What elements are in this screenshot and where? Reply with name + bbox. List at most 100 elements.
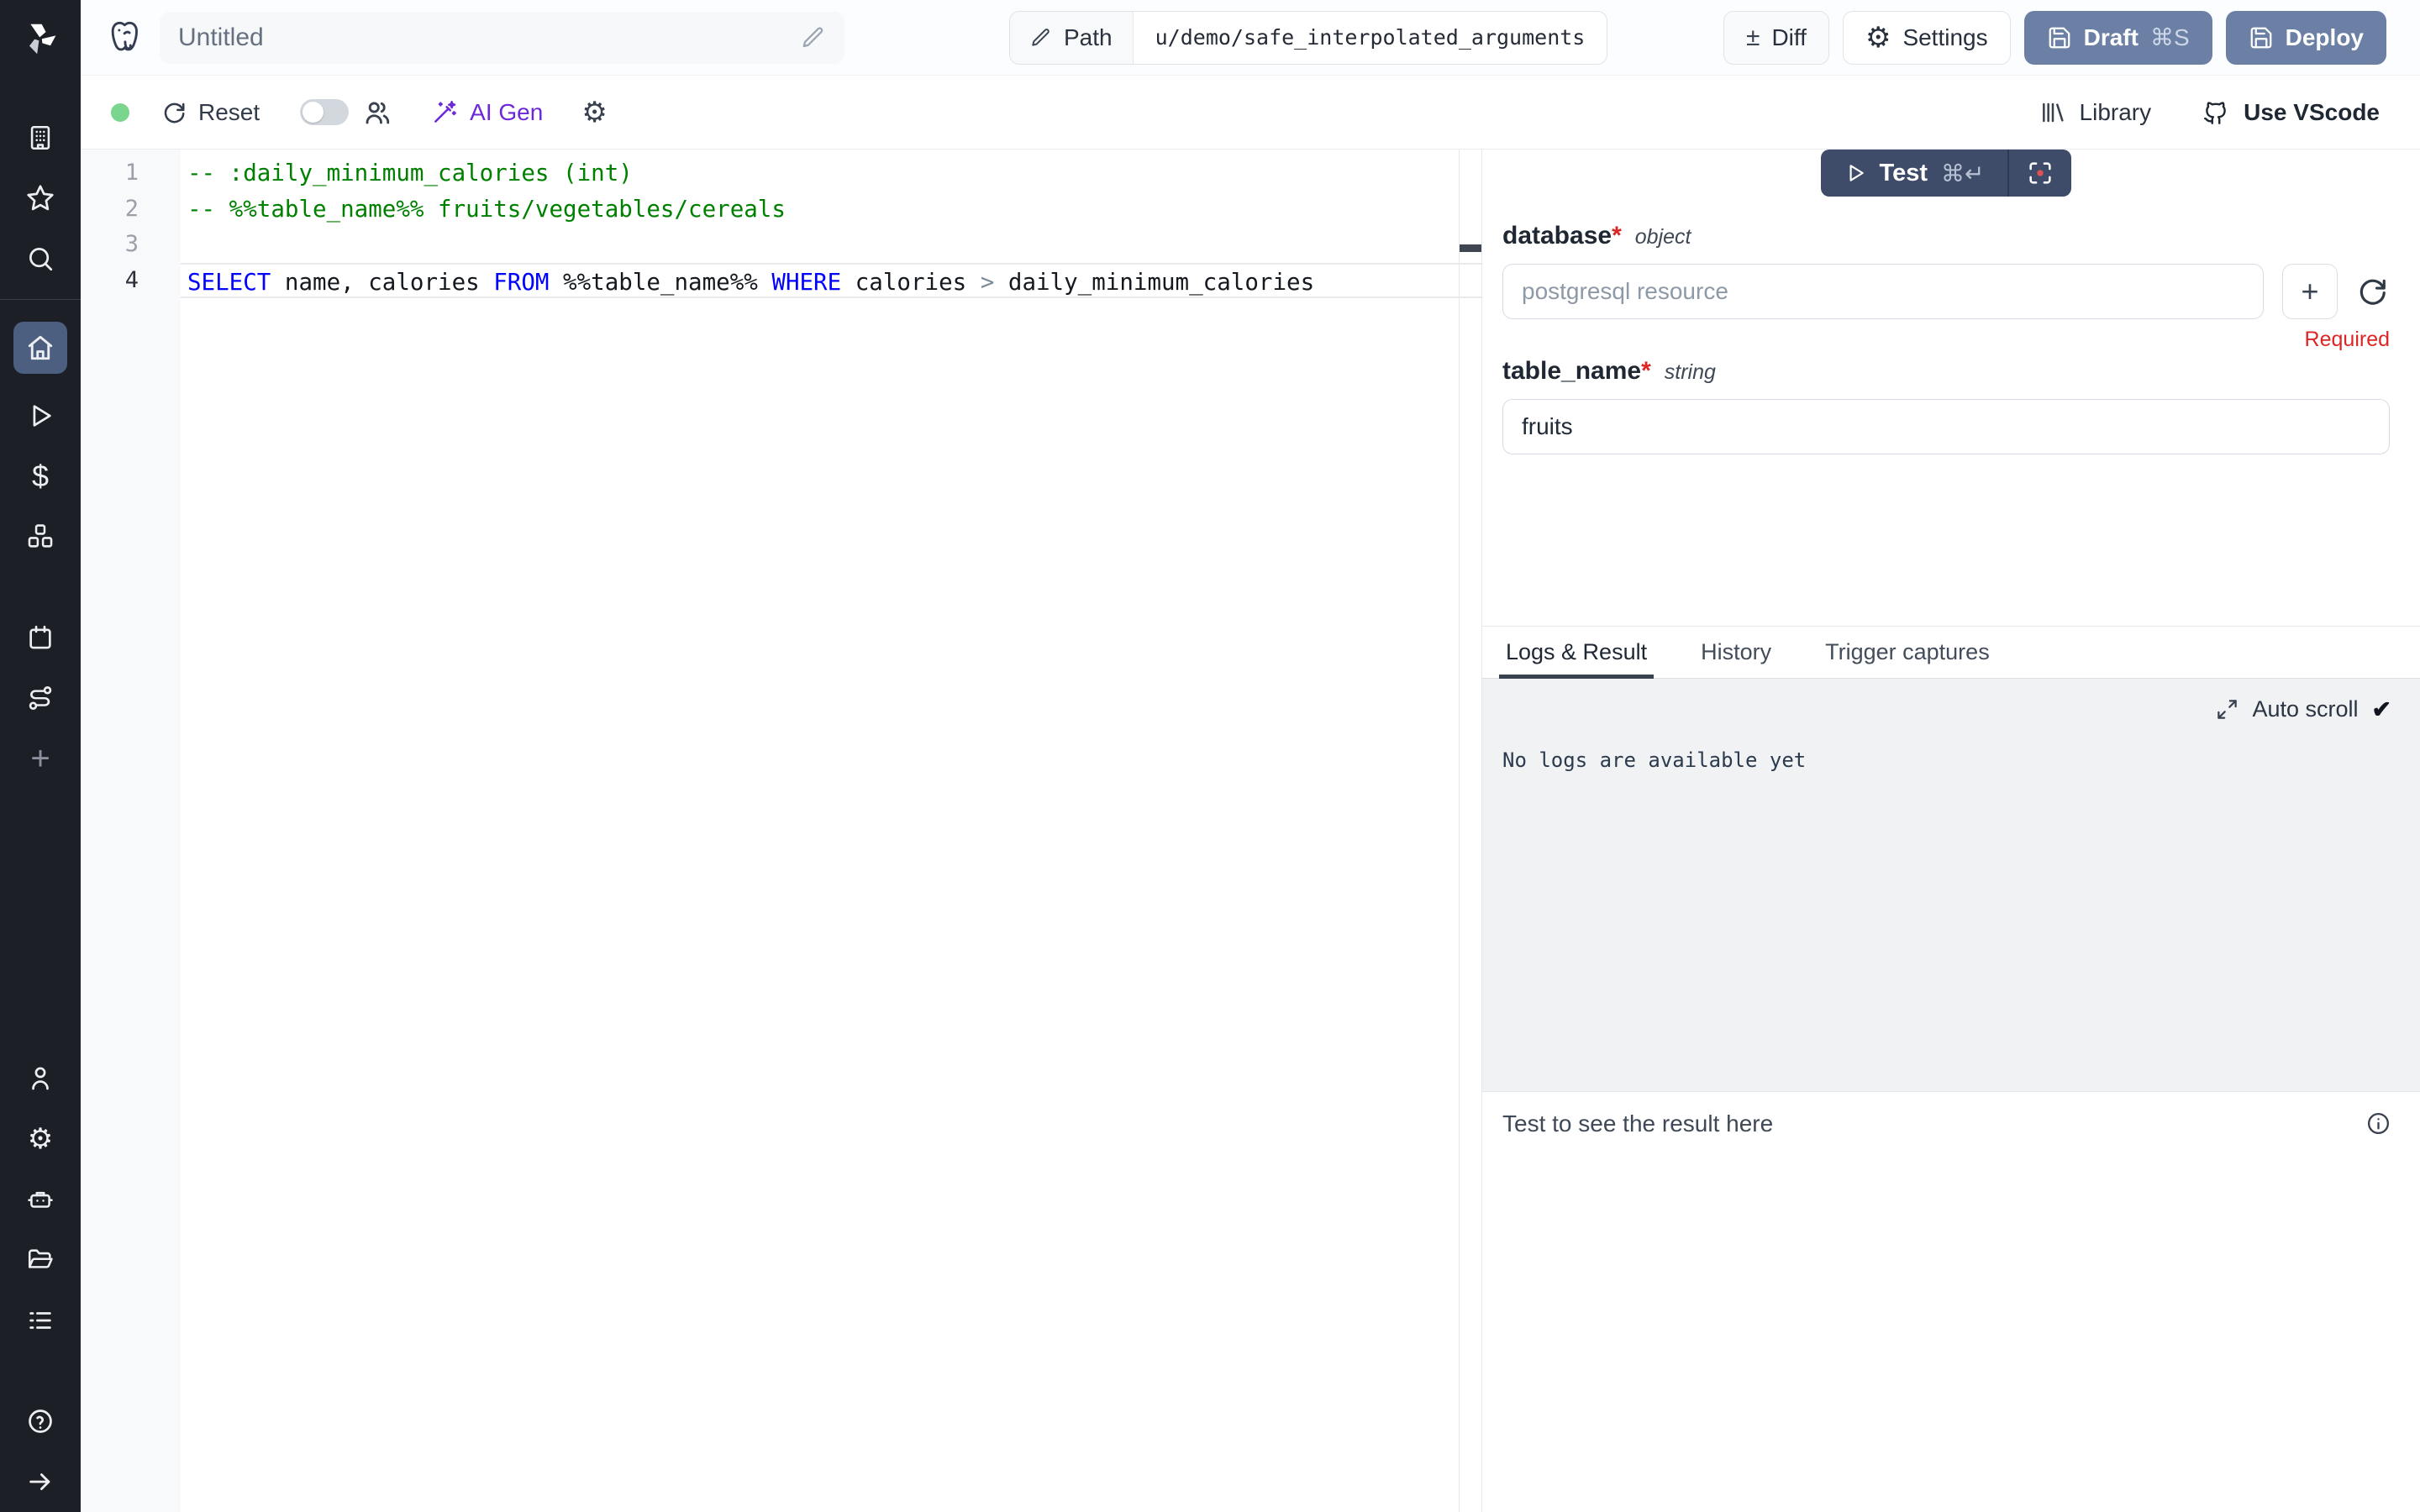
capture-button[interactable] [2009,150,2071,197]
main-area: Untitled Path u/demo/safe_interpolated_a… [81,0,2420,1512]
path-button[interactable]: Path u/demo/safe_interpolated_arguments [1009,11,1607,65]
code-editor[interactable]: 1234 -- :daily_minimum_calories (int)-- … [81,150,1481,1512]
result-hint: Test to see the result here [1502,1110,2365,1137]
list-icon [26,1306,55,1335]
test-section: Test ⌘↵ database* object [1482,150,2420,626]
path-label: Path [1064,24,1113,51]
collaboration-toggle[interactable] [300,99,349,125]
line-number: 2 [81,192,181,228]
refresh-resources-button[interactable] [2356,276,2390,307]
reset-label: Reset [198,99,260,126]
play-icon [26,402,55,430]
collaboration-control[interactable] [300,97,392,128]
editor-settings-gear-icon[interactable]: ⚙ [581,98,607,127]
gear-icon: ⚙ [28,1125,53,1153]
param-table-name-label: table_name* [1502,357,1651,386]
add-resource-button[interactable]: + [2282,264,2338,319]
test-button[interactable]: Test ⌘↵ [1821,150,2072,197]
test-label: Test [1880,160,1928,187]
draft-label: Draft [2084,24,2139,51]
table-name-input[interactable] [1502,399,2390,454]
param-table-name-type: string [1665,360,1716,385]
settings-gear-icon: ⚙ [1865,24,1891,52]
edit-pencil-icon[interactable] [801,25,826,50]
save-floppy-icon [2047,25,2072,50]
code-line[interactable]: SELECT name, calories FROM %%table_name%… [181,263,1481,299]
sidebar-collapse-button[interactable] [13,1463,67,1500]
sidebar-item-settings[interactable]: ⚙ [13,1121,67,1158]
github-icon [2202,98,2230,127]
ai-gen-button[interactable]: AI Gen [431,99,543,126]
sidebar-item-flows[interactable] [13,680,67,717]
tab-logs-result[interactable]: Logs & Result [1502,627,1650,678]
route-icon [26,684,55,712]
diff-button[interactable]: ± Diff [1723,11,1829,65]
sidebar-item-folders[interactable] [13,1242,67,1278]
calendar-icon [26,623,55,652]
library-label: Library [2080,99,2152,126]
use-vscode-button[interactable]: Use VScode [2202,98,2380,127]
sidebar-item-favorites[interactable] [13,180,67,217]
sidebar-item-workers[interactable] [13,1181,67,1218]
deploy-button[interactable]: Deploy [2226,11,2386,65]
sidebar-item-variables[interactable]: $ [13,458,67,495]
draft-button[interactable]: Draft ⌘S [2024,11,2212,65]
param-database: database* object + Required [1502,222,2390,352]
param-table-name: table_name* string [1502,357,2390,454]
test-button-main[interactable]: Test ⌘↵ [1821,150,2008,197]
tab-history[interactable]: History [1697,627,1775,678]
sidebar-item-help[interactable] [13,1403,67,1440]
sidebar-item-audit-logs[interactable] [13,1302,67,1339]
collaboration-users-icon [362,97,392,128]
search-icon [26,244,55,273]
plus-icon: + [2301,274,2318,309]
reset-refresh-icon [161,100,187,125]
use-vscode-label: Use VScode [2244,99,2380,126]
settings-button[interactable]: ⚙ Settings [1843,11,2011,65]
windmill-logo-icon[interactable] [20,18,60,59]
editor-toolbar: Reset AI Gen ⚙ Library Use VScode [81,76,2420,150]
diff-label: Diff [1771,24,1807,51]
play-icon [1844,162,1866,184]
expand-icon[interactable] [2216,698,2238,721]
sidebar-item-workspace[interactable] [13,119,67,156]
capture-icon [2026,159,2054,187]
code-line[interactable] [181,227,1481,263]
reset-button[interactable]: Reset [161,99,260,126]
param-database-type: object [1635,225,1691,249]
code-line[interactable]: -- :daily_minimum_calories (int) [181,155,1481,192]
autoscroll-check-icon[interactable]: ✔ [2372,696,2391,723]
library-button[interactable]: Library [2039,99,2152,126]
path-label-segment: Path [1010,12,1134,64]
logs-empty-message: No logs are available yet [1502,748,2420,772]
sidebar-item-schedules[interactable] [13,619,67,656]
logs-pane: Auto scroll ✔ No logs are available yet [1482,679,2420,1092]
robot-icon [26,1185,55,1214]
toggle-knob [302,102,324,123]
database-input[interactable] [1502,264,2264,319]
tab-trigger-captures[interactable]: Trigger captures [1822,627,1993,678]
autoscroll-label[interactable]: Auto scroll [2252,696,2358,722]
required-star: * [1641,357,1651,385]
line-number: 3 [81,227,181,263]
ai-gen-wand-icon [431,99,458,126]
sidebar-item-runs[interactable] [13,397,67,434]
required-star: * [1612,222,1622,249]
result-pane: Test to see the result here [1482,1092,2420,1512]
script-title-field[interactable]: Untitled [160,12,844,64]
edit-pencil-icon [1030,27,1052,49]
topbar: Untitled Path u/demo/safe_interpolated_a… [81,0,2420,76]
info-icon[interactable] [2365,1110,2391,1137]
code-line[interactable]: -- %%table_name%% fruits/vegetables/cere… [181,192,1481,228]
sidebar-item-account[interactable] [13,1060,67,1097]
help-circle-icon [26,1407,55,1436]
param-database-label: database* [1502,222,1622,250]
sidebar-item-home[interactable] [13,322,67,374]
person-icon [26,1064,55,1093]
plus-icon: + [30,740,50,778]
sidebar-item-resources[interactable] [13,518,67,555]
sidebar-item-add[interactable]: + [13,740,67,777]
database-required-note: Required [1502,328,2390,352]
sidebar-item-search[interactable] [13,240,67,277]
line-number: 4 [81,263,181,299]
